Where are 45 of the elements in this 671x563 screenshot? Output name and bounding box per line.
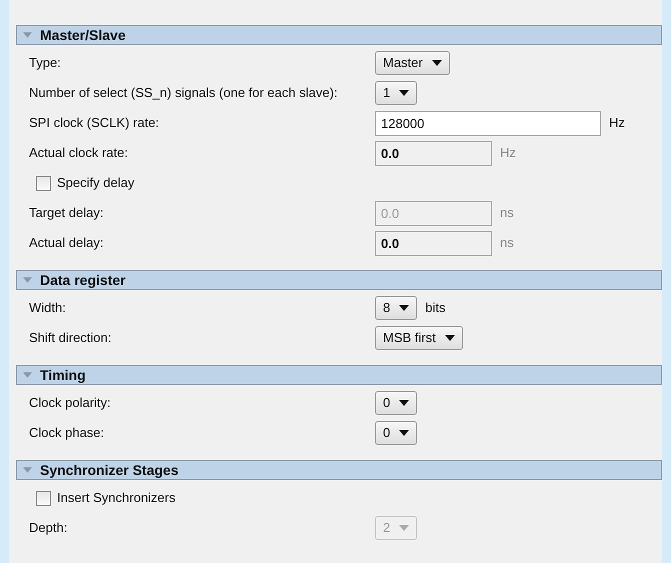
section-header[interactable]: Data register: [16, 270, 662, 290]
caret-icon: [399, 525, 410, 531]
field-label: Shift direction:: [28, 329, 112, 348]
checkbox[interactable]: [36, 176, 51, 190]
dropdown[interactable]: 1: [375, 81, 418, 105]
collapse-triangle-icon: [23, 32, 32, 38]
dropdown[interactable]: MSB first: [375, 326, 463, 350]
field-label: SPI clock (SCLK) rate:: [28, 114, 160, 132]
field-label: Actual delay:: [28, 234, 104, 252]
checkbox[interactable]: [36, 490, 51, 506]
unit-label: ns: [500, 234, 514, 252]
field-label: Clock polarity:: [28, 394, 112, 412]
caret-icon: [399, 90, 410, 96]
input-field[interactable]: 128000: [375, 110, 601, 136]
field-label: Number of select (SS_n) signals (one for each slave):: [28, 84, 339, 102]
dropdown: 2: [375, 516, 418, 540]
input-field[interactable]: 0.0: [375, 140, 492, 166]
field-label: Type:: [28, 54, 62, 72]
unit-label: bits: [425, 299, 446, 318]
dropdown[interactable]: 8: [375, 296, 418, 320]
caret-icon: [399, 305, 410, 311]
caret-icon: [399, 400, 410, 406]
dropdown[interactable]: 0: [375, 391, 418, 415]
unit-label: Hz: [500, 144, 516, 162]
collapse-triangle-icon: [23, 467, 32, 473]
field-label: Width:: [28, 299, 67, 318]
field-label: Depth:: [28, 519, 68, 538]
caret-icon: [432, 60, 442, 66]
checkbox-label: Specify delay: [57, 174, 134, 192]
field-label: Clock phase:: [28, 424, 106, 442]
input-field[interactable]: 0.0: [375, 230, 492, 256]
dropdown[interactable]: 0: [375, 421, 418, 445]
checkbox-label: Insert Synchronizers: [57, 489, 176, 508]
section-header[interactable]: Timing: [16, 365, 662, 385]
caret-icon: [444, 335, 455, 341]
field-label: Actual clock rate:: [28, 144, 129, 162]
section-header[interactable]: Master/Slave: [16, 25, 662, 45]
field-label: Target delay:: [28, 204, 104, 222]
unit-label: Hz: [609, 114, 625, 132]
collapse-triangle-icon: [23, 372, 32, 378]
caret-icon: [399, 430, 410, 436]
unit-label: ns: [500, 204, 514, 222]
section-header[interactable]: Synchronizer Stages: [16, 460, 662, 480]
collapse-triangle-icon: [23, 277, 32, 283]
dropdown[interactable]: Master: [375, 51, 450, 75]
